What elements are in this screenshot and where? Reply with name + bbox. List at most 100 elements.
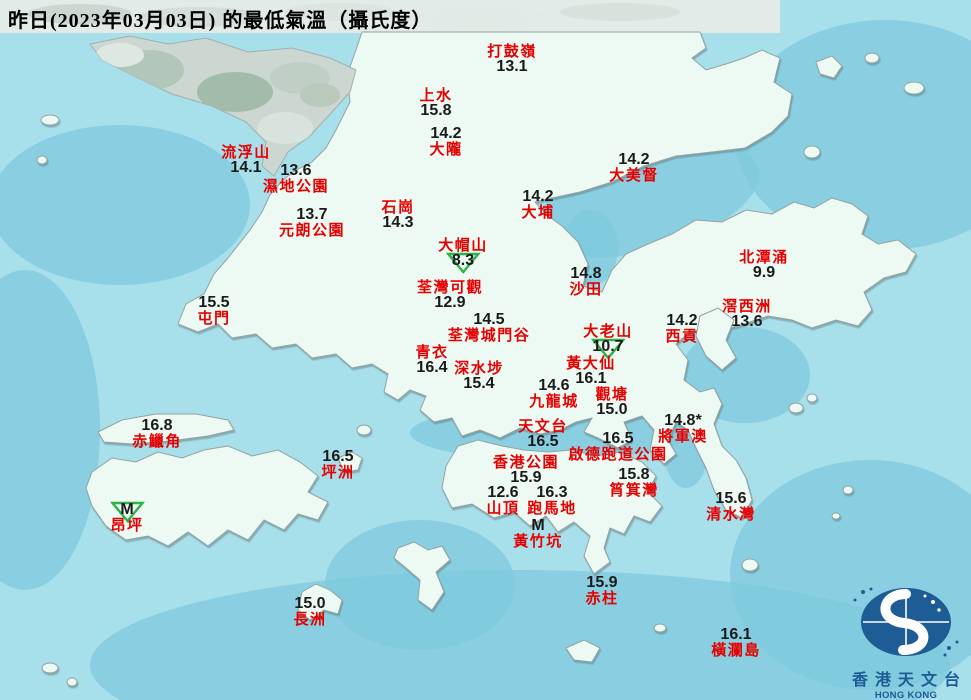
station-name-label: 跑馬地 — [527, 500, 577, 518]
station-min-temp-value: 14.8* — [664, 412, 702, 429]
station-min-temp-value: 13.6 — [731, 313, 763, 331]
weather-station: 跑馬地 16.3 — [527, 484, 577, 518]
weather-station: 大帽山 8.3 — [438, 237, 488, 275]
station-name-label: 大老山 — [583, 323, 633, 340]
weather-station: 赤柱 15.9 — [585, 574, 618, 606]
station-name-label: 橫瀾島 — [711, 642, 761, 660]
station-min-temp-value: 16.8 — [141, 417, 173, 434]
hko-logo: 香港天文台 HONG KONG OBSERVATORY — [843, 584, 969, 700]
station-min-temp-value: 13.7 — [296, 206, 328, 223]
station-name-label: 上水 — [419, 87, 453, 104]
station-name-label: 石崗 — [381, 199, 415, 216]
station-min-temp-value: 15.0 — [596, 401, 628, 419]
station-name-label: 長洲 — [293, 611, 327, 629]
weather-station: 屯門 15.5 — [197, 294, 231, 328]
weather-station: 啟德跑道公園 16.5 — [568, 430, 668, 464]
station-name-label: 大隴 — [429, 141, 463, 159]
station-min-temp-value: 12.6 — [487, 484, 519, 501]
station-min-temp-value: 13.1 — [496, 58, 528, 76]
station-name-label: 觀塘 — [595, 386, 629, 403]
station-min-temp-value: 15.0 — [294, 595, 326, 612]
station-name-label: 筲箕灣 — [609, 482, 659, 500]
station-min-temp-value: 15.8 — [618, 466, 650, 483]
station-name-label: 赤鱲角 — [132, 433, 182, 451]
stations-layer: 打鼓嶺 13.1 上水 15.8 大隴 14.2 流浮山 14.1 濕地公園 1… — [0, 0, 971, 700]
station-min-temp-value: 14.5 — [473, 311, 505, 328]
station-name-label: 天文台 — [518, 418, 568, 435]
station-name-label: 北潭涌 — [739, 249, 789, 266]
station-name-label: 屯門 — [197, 310, 231, 328]
station-name-label: 大帽山 — [438, 237, 488, 254]
station-min-temp-value: 8.3 — [445, 253, 480, 275]
station-name-label: 西貢 — [665, 328, 699, 346]
station-name-label: 黃大仙 — [566, 355, 616, 372]
weather-station: 昂坪 M — [109, 501, 144, 534]
weather-station: 大隴 14.2 — [429, 125, 463, 159]
station-name-label: 元朗公園 — [278, 222, 346, 240]
weather-station: 打鼓嶺 13.1 — [487, 44, 537, 76]
station-name-label: 打鼓嶺 — [487, 43, 537, 60]
station-name-label: 荃灣城門谷 — [447, 327, 531, 345]
station-name-label: 青衣 — [415, 344, 449, 361]
station-min-temp-value: 14.8 — [570, 265, 602, 282]
station-min-temp-value: 16.4 — [416, 359, 448, 377]
weather-station: 山頂 12.6 — [486, 484, 519, 516]
station-name-label: 深水埗 — [454, 360, 504, 377]
weather-station: 長洲 15.0 — [293, 595, 327, 629]
weather-station: 北潭涌 9.9 — [739, 250, 789, 282]
hko-logo-icon — [853, 587, 959, 657]
weather-station: 濕地公園 13.6 — [262, 162, 330, 196]
station-name-label: 香港公園 — [492, 454, 560, 471]
weather-station: 大老山 10.7 — [583, 323, 633, 361]
station-min-temp-value: 14.3 — [382, 214, 414, 232]
station-name-label: 黃竹坑 — [513, 533, 563, 551]
weather-station: 元朗公園 13.7 — [278, 206, 346, 240]
station-name-label: 大美督 — [609, 167, 659, 185]
hko-logo-name-zh: 香港天文台 — [851, 672, 967, 689]
station-min-temp-value: M — [531, 517, 545, 534]
weather-station: 上水 15.8 — [419, 88, 452, 120]
station-name-label: 滘西洲 — [722, 298, 772, 315]
station-min-temp-value: 14.6 — [538, 377, 570, 394]
weather-station: 大埔 14.2 — [521, 188, 555, 222]
hko-min-temperature-map: 昨日(2023年03月03日) 的最低氣溫（攝氏度） 打鼓嶺 13.1 上水 1… — [0, 0, 971, 700]
station-name-label: 坪洲 — [321, 464, 355, 482]
station-name-label: 啟德跑道公園 — [568, 446, 668, 464]
station-name-label: 大埔 — [521, 204, 555, 222]
station-min-temp-value: 9.9 — [752, 264, 776, 282]
station-name-label: 清水灣 — [706, 506, 756, 524]
station-min-temp-value: 15.9 — [586, 574, 618, 591]
station-min-temp-value: 16.1 — [720, 626, 752, 643]
weather-station: 清水灣 15.6 — [706, 490, 756, 524]
station-min-temp-value: 16.5 — [322, 448, 354, 465]
weather-station: 觀塘 15.0 — [595, 387, 628, 419]
station-name-label: 流浮山 — [221, 144, 271, 161]
station-min-temp-value: 14.2 — [666, 312, 698, 329]
station-min-temp-value: 14.2 — [430, 125, 462, 142]
station-name-label: 荃灣可觀 — [416, 279, 484, 296]
weather-station: 赤鱲角 16.8 — [132, 417, 182, 451]
weather-station: 天文台 16.5 — [518, 419, 568, 451]
station-min-temp-value: 15.8 — [420, 102, 452, 120]
station-min-temp-value: 14.2 — [618, 151, 650, 168]
weather-station: 滘西洲 13.6 — [722, 299, 772, 331]
station-min-temp-value: 16.3 — [536, 484, 568, 501]
weather-station: 坪洲 16.5 — [321, 448, 355, 482]
weather-station: 香港公園 15.9 — [493, 455, 559, 487]
station-min-temp-value: M — [109, 501, 144, 523]
weather-station: 荃灣城門谷 14.5 — [447, 311, 531, 345]
weather-station: 沙田 14.8 — [569, 265, 602, 297]
station-min-temp-value: 14.2 — [522, 188, 554, 205]
weather-station: 九龍城 14.6 — [529, 377, 579, 409]
weather-station: 黃竹坑 M — [513, 517, 563, 551]
weather-station: 石崗 14.3 — [381, 200, 414, 232]
station-min-temp-value: 15.5 — [198, 294, 230, 311]
station-min-temp-value: 16.5 — [527, 433, 559, 451]
station-min-temp-value: 12.9 — [434, 294, 466, 312]
station-min-temp-value: 10.7 — [590, 339, 625, 361]
station-name-label: 濕地公園 — [262, 178, 330, 196]
hko-logo-name-en: HONG KONG OBSERVATORY — [874, 690, 938, 700]
weather-station: 深水埗 15.4 — [454, 361, 504, 393]
station-min-temp-value: 14.1 — [230, 159, 262, 177]
station-min-temp-value: 16.5 — [602, 430, 634, 447]
